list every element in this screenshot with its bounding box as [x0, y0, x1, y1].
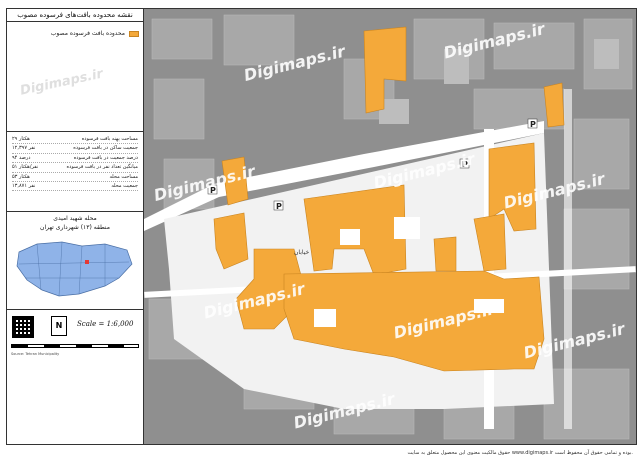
sidebar-title: نقشه محدوده بافت‌های فرسوده مصوب — [7, 9, 143, 22]
map-canvas[interactable]: P P P P Digimaps.ir Digimaps.ir Digimaps… — [144, 9, 636, 444]
stat-row: ۵۱ نفر/هکتار میانگین تعداد نفر در بافت فر… — [12, 163, 138, 173]
footer-copyright: حقوق مالکیت معنوی این محصول متعلق به سای… — [407, 450, 633, 456]
legend-label: محدوده بافت فرسوده مصوب — [50, 30, 125, 37]
stats-table: ۲۹ هکتار مساحت پهنه بافت فرسوده ۱۲,۳۹۷ نف… — [7, 132, 143, 212]
north-arrow-icon: N — [51, 316, 67, 336]
qr-code-icon — [12, 316, 34, 338]
locator-map: محله شهید امیدی منطقه (۱۳) شهرداری تهران — [7, 212, 143, 310]
svg-text:P: P — [530, 120, 536, 129]
map-frame: نقشه محدوده بافت‌های فرسوده مصوب محدوده … — [6, 8, 637, 445]
scale-bar — [11, 344, 139, 348]
map-svg: P P P P Digimaps.ir Digimaps.ir Digimaps… — [144, 9, 636, 444]
tehran-locator-shape — [16, 241, 133, 297]
stat-row: ۹۴ درصد درصد جمعیت در بافت فرسوده — [12, 154, 138, 164]
scale-box: N Scale = 1:6,000 Source: Tehran Municip… — [7, 310, 143, 432]
legend-swatch — [129, 30, 139, 37]
legend-item: محدوده بافت فرسوده مصوب — [11, 30, 139, 37]
locator-title: محله شهید امیدی — [53, 215, 97, 222]
credit-text: Source: Tehran Municipality — [11, 352, 60, 356]
svg-text:P: P — [276, 202, 282, 211]
street-label: خیابان — [294, 249, 310, 256]
watermark-icon: Digimaps.ir — [19, 66, 106, 99]
stat-row: ۱۳,۸۷۱ نفر جمعیت محله — [12, 182, 138, 192]
stat-row: ۵۳ هکتار مساحت محله — [12, 173, 138, 183]
sidebar-panel: نقشه محدوده بافت‌های فرسوده مصوب محدوده … — [7, 9, 144, 444]
scale-label: Scale = 1:6,000 — [77, 320, 134, 328]
legend: محدوده بافت فرسوده مصوب Digimaps.ir — [7, 22, 143, 132]
stat-row: ۲۹ هکتار مساحت پهنه بافت فرسوده — [12, 135, 138, 145]
stat-row: ۱۲,۳۹۷ نفر جمعیت ساکن در بافت فرسوده — [12, 144, 138, 154]
svg-text:Digimaps.ir: Digimaps.ir — [19, 66, 106, 99]
locator-marker — [85, 260, 89, 264]
locator-subtitle: منطقه (۱۳) شهرداری تهران — [40, 224, 110, 231]
